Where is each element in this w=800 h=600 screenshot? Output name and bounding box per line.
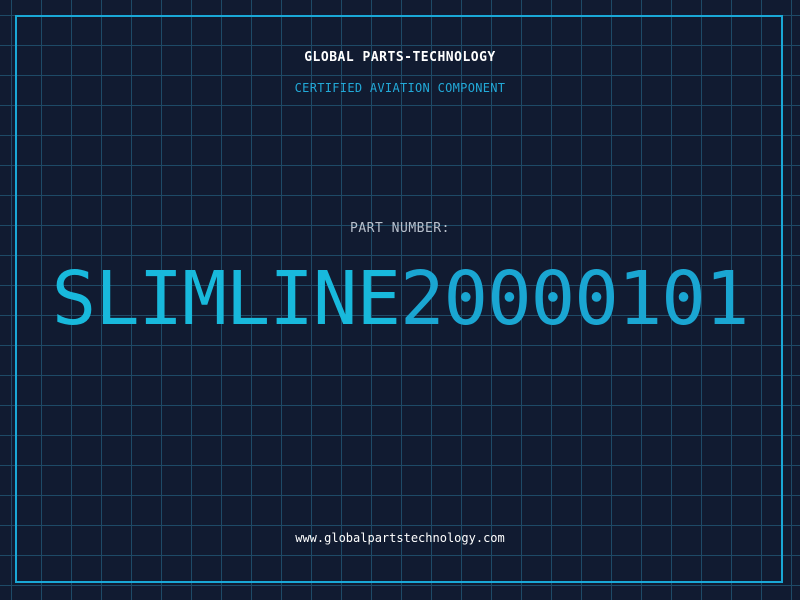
company-title: GLOBAL PARTS-TECHNOLOGY [304,50,496,65]
part-number: SLIMLINE20000101 [0,262,800,336]
part-number-label: PART NUMBER: [350,221,450,236]
website-url: www.globalpartstechnology.com [295,531,505,545]
company-tagline: CERTIFIED AVIATION COMPONENT [294,81,506,95]
part-number-digits: 20000101 [400,256,749,342]
part-number-prefix: SLIMLINE [51,256,401,342]
